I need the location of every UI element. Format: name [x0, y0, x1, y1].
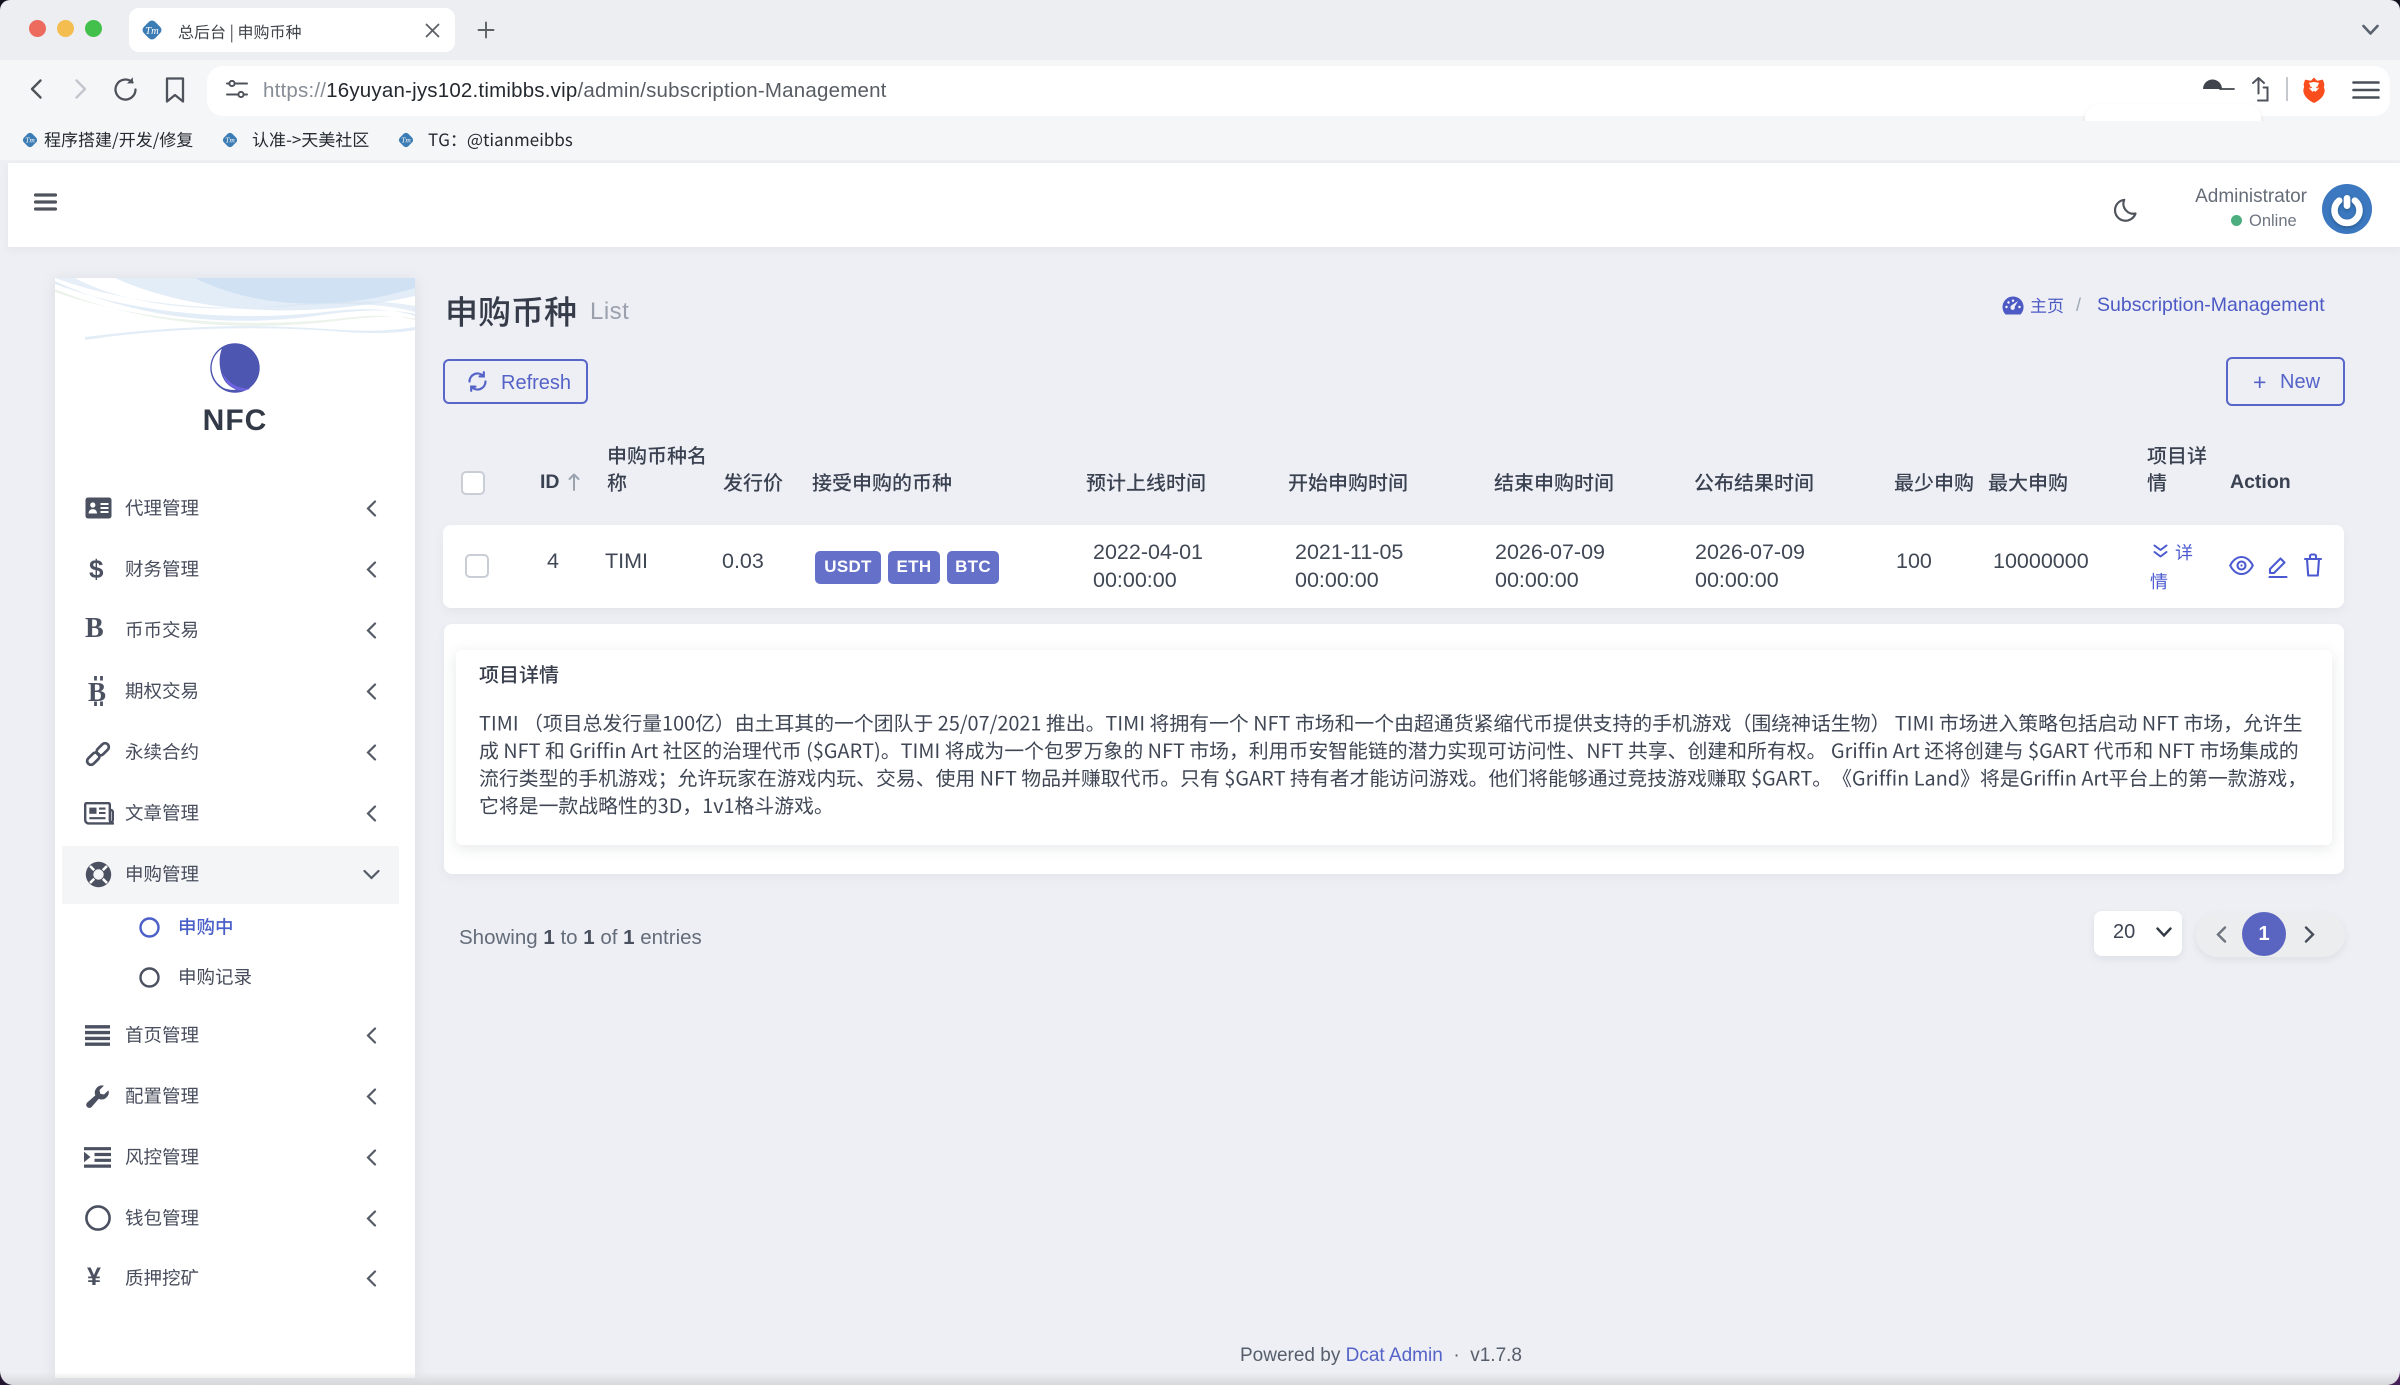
svg-text:Tm: Tm	[225, 136, 235, 145]
svg-text:Tm: Tm	[25, 136, 35, 145]
svg-text:B: B	[88, 677, 106, 707]
svg-text:Tm: Tm	[145, 26, 159, 37]
svg-text:Tm: Tm	[401, 136, 411, 145]
